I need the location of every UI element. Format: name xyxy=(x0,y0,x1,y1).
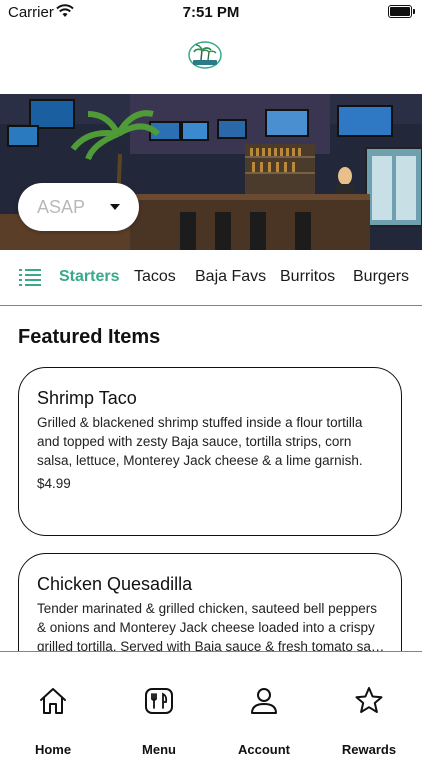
nav-menu[interactable]: Menu xyxy=(106,652,212,757)
menu-item-description: Tender marinated & grilled chicken, saut… xyxy=(37,601,385,654)
menu-item-description: Grilled & blackened shrimp stuffed insid… xyxy=(37,415,363,468)
featured-items-heading: Featured Items xyxy=(18,326,161,348)
nav-home[interactable]: Home xyxy=(0,652,106,757)
menu-item-price: $4.99 xyxy=(37,476,71,491)
tab-burritos[interactable]: Burritos xyxy=(280,268,335,286)
restaurant-logo-icon[interactable] xyxy=(188,40,222,70)
tab-burgers[interactable]: Burgers xyxy=(353,268,409,286)
account-icon xyxy=(251,688,277,714)
status-bar: Carrier 7:51 PM xyxy=(0,0,422,26)
menu-item-name: Chicken Quesadilla xyxy=(37,574,193,594)
tab-tacos[interactable]: Tacos xyxy=(134,268,176,286)
menu-utensils-icon xyxy=(145,688,173,714)
menu-item-name: Shrimp Taco xyxy=(37,388,137,408)
tab-baja-favs[interactable]: Baja Favs xyxy=(195,268,266,286)
home-icon xyxy=(40,688,66,714)
category-tab-bar: Starters Tacos Baja Favs Burritos Burger… xyxy=(0,250,422,306)
tab-starters[interactable]: Starters xyxy=(59,268,119,286)
app-header xyxy=(0,26,422,94)
caret-down-icon xyxy=(110,204,120,210)
nav-account[interactable]: Account xyxy=(211,652,317,757)
star-icon xyxy=(355,687,383,713)
nav-rewards[interactable]: Rewards xyxy=(316,652,422,757)
clock: 7:51 PM xyxy=(182,4,240,21)
list-icon[interactable] xyxy=(19,268,41,288)
order-time-value: ASAP xyxy=(37,197,86,217)
bottom-tab-bar: Home Menu Account Rewards xyxy=(0,651,422,757)
menu-item-card[interactable]: Shrimp Taco Grilled & blackened shrimp s… xyxy=(18,367,402,536)
order-time-dropdown[interactable]: ASAP xyxy=(18,183,139,231)
battery-icon xyxy=(388,5,415,18)
